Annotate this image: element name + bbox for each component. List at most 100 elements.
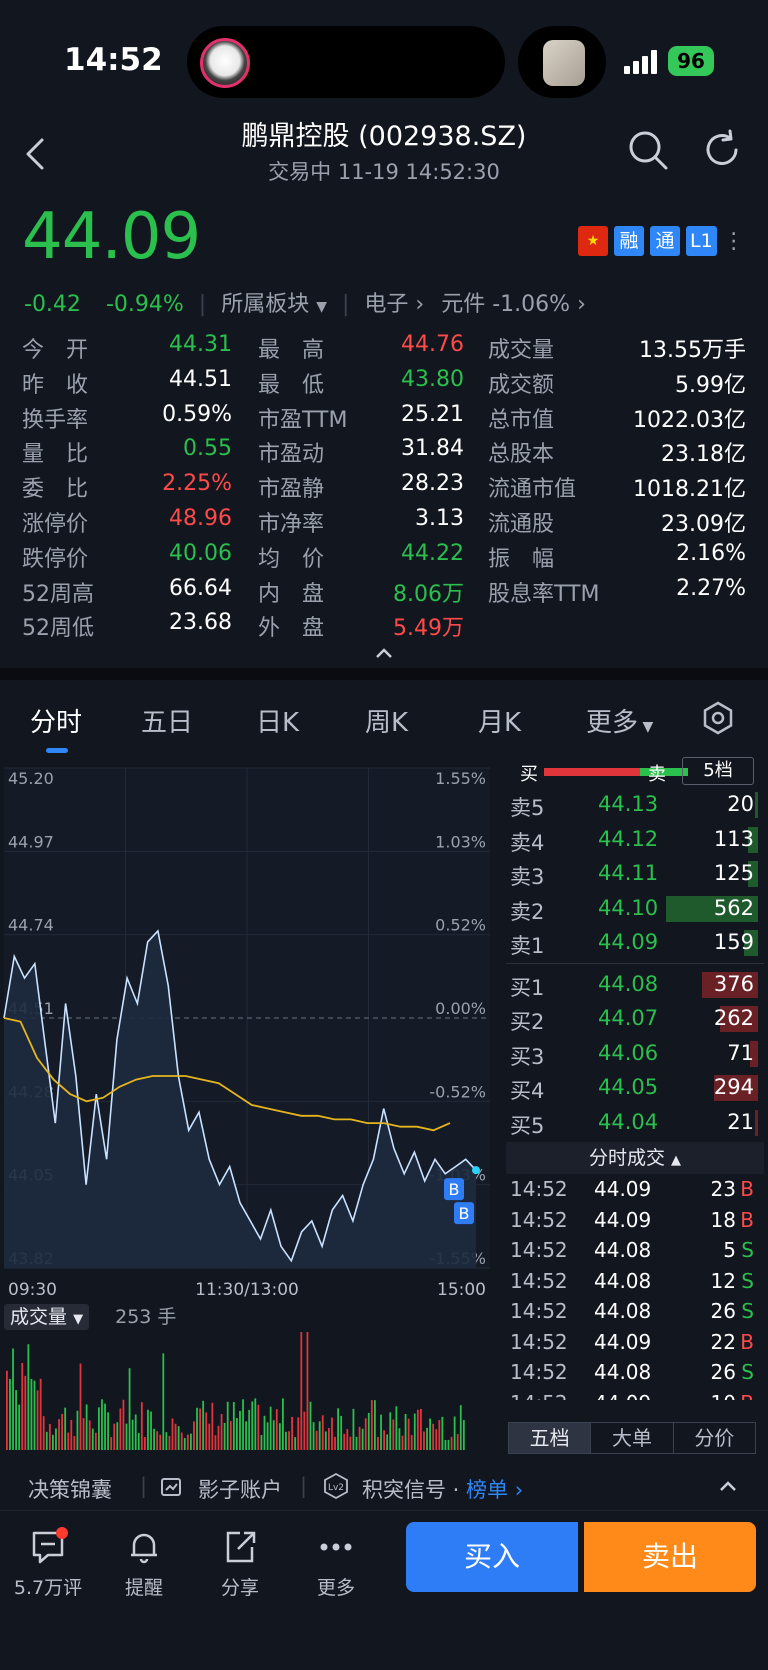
volume-bar [257,1404,260,1450]
volume-bar [426,1427,428,1450]
tab-more[interactable]: 更多 ▼ [586,702,653,739]
badge-level1[interactable]: L1 [686,226,717,256]
stat-value: 44.31 [169,332,232,357]
feature-strip: 决策锦囊 | 影子账户 | Lv2 积突信号 · 榜单 › [0,1462,768,1510]
stat-label: 量 比 [22,442,89,468]
tick-side: B [740,1329,754,1354]
volume-bar [456,1434,459,1450]
stat-row: 跌停价 40.06 均 价 44.22 振 幅 2.16% [22,541,746,576]
volume-bar [272,1420,275,1450]
collapse-icon[interactable] [372,645,396,661]
more-vertical-icon[interactable]: ⋮ [723,229,745,254]
tab-intraday[interactable]: 分时 [30,702,82,739]
volume-bar [183,1437,186,1450]
level-price: 44.06 [598,1040,659,1065]
ask-row: 卖5 44.13 20 [506,788,764,823]
badge-connect[interactable]: 通 [650,226,680,256]
sector-link-2[interactable]: 元件 -1.06% › [441,292,586,317]
volume-bar [377,1436,379,1450]
stat-row: 涨停价 48.96 市净率 3.13 流通股 23.09亿 [22,506,746,541]
more-button[interactable]: 更多 [296,1527,376,1600]
chevron-up-icon[interactable] [716,1478,740,1494]
remind-button[interactable]: 提醒 [104,1527,184,1600]
stat-label: 成交量 [488,338,555,363]
chevron-down-icon: ▼ [638,719,654,735]
volume-chart [6,1332,465,1450]
volume-bar [453,1416,456,1450]
signal-icon [624,50,660,74]
shadow-account-link[interactable]: 影子账户 [198,1474,282,1504]
sell-button[interactable]: 卖出 [584,1522,756,1592]
comment-icon [32,1527,68,1564]
volume-bar [352,1408,355,1450]
volume-bar [162,1353,165,1450]
tab-indicator [46,748,68,753]
volume-bar [321,1415,324,1450]
comments-button[interactable]: 5.7万评 [8,1527,88,1600]
volume-bar [309,1401,312,1450]
settings-icon[interactable] [700,700,736,736]
stat-row: 52周高 66.64 内 盘 8.06万 股息率TTM 2.27% [22,576,746,611]
chevron-up-icon: ▲ [671,1153,682,1168]
tick-time: 14:52 [510,1329,568,1354]
stat-value: 0.59% [162,401,232,427]
tab-five-level[interactable]: 五档 [509,1423,592,1453]
volume-bar [236,1418,238,1450]
decision-kit-link[interactable]: 决策锦囊 [28,1474,112,1504]
badge-margin[interactable]: 融 [614,226,644,256]
last-point [472,1166,480,1175]
price-change: -0.42 [24,292,81,317]
intraday-chart[interactable]: 45.201.55%44.971.03%44.740.52%44.510.00%… [0,758,494,1303]
level-price: 44.12 [598,826,659,851]
tab-monthly-k[interactable]: 月K [478,702,521,739]
volume-bar [214,1435,217,1450]
volume-bar [220,1413,223,1450]
volume-bar [450,1436,453,1450]
avatar [200,38,250,88]
sector-link-1[interactable]: 电子 › [364,292,424,317]
stat-value: 31.84 [401,436,464,462]
tab-five-day[interactable]: 五日 [141,702,193,739]
volume-bar [64,1407,67,1450]
signal-link[interactable]: 积突信号 · 榜单 › [362,1474,523,1504]
tick-side: S [741,1360,754,1384]
stat-label: 最 高 [258,338,325,363]
volume-bar [401,1435,404,1450]
volume-bar [266,1422,269,1450]
tick-price: 44.09 [594,1177,652,1201]
volume-bar [61,1413,63,1450]
tick-time: 14:52 [510,1177,568,1201]
tab-price-volume[interactable]: 分价 [674,1423,755,1453]
share-button[interactable]: 分享 [200,1527,280,1600]
sector-dropdown[interactable]: 所属板块 ▼ [221,292,327,317]
volume-bar [275,1409,278,1450]
tick-trades-header[interactable]: 分时成交 ▲ [506,1142,764,1174]
buy-button[interactable]: 买入 [406,1522,578,1592]
volume-bar [407,1418,410,1450]
stat-value: 23.18亿 [661,442,746,468]
volume-bar [180,1432,183,1450]
stat-row: 今 开 44.31 最 高 44.76 成交量 13.55万手 [22,332,746,367]
volume-bar [251,1401,254,1450]
ask-row: 卖3 44.11 125 [506,857,764,892]
volume-bar [269,1406,272,1450]
volume-bar [208,1423,211,1450]
tab-weekly-k[interactable]: 周K [365,702,408,739]
tick-price: 44.08 [594,1238,652,1262]
chevron-down-icon: ▼ [316,299,327,315]
volume-bar [202,1400,205,1450]
volume-bar [104,1403,106,1450]
tab-big-orders[interactable]: 大单 [591,1423,674,1453]
search-icon[interactable] [626,128,670,172]
depth-selector[interactable]: 5档 [682,757,754,785]
refresh-icon[interactable] [700,128,744,172]
volume-bar [367,1412,370,1450]
tab-daily-k[interactable]: 日K [256,702,299,739]
tick-time: 14:52 [510,1299,568,1323]
tick-price: 44.09 [594,1207,652,1232]
volume-bar [193,1421,195,1450]
volume-bar [199,1408,201,1450]
stat-value: 3.13 [415,505,464,531]
volume-bar [370,1400,373,1450]
volume-bar [125,1423,128,1450]
